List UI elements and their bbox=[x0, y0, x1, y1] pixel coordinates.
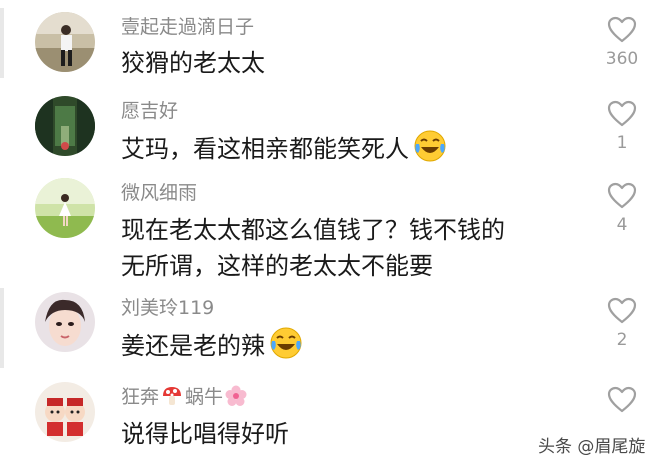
like-button[interactable]: 360 bbox=[598, 16, 646, 69]
divider bbox=[0, 8, 4, 78]
like-button[interactable]: 1 bbox=[598, 100, 646, 153]
comment-text-content: 艾玛，看这相亲都能笑死人 bbox=[121, 135, 409, 163]
username[interactable]: 愿吉好 bbox=[121, 98, 178, 124]
comment-text: 现在老太太都这么值钱了？钱不钱的 bbox=[121, 216, 505, 244]
username[interactable]: 狂奔 蜗牛 bbox=[121, 384, 249, 414]
username-part: 蜗牛 bbox=[185, 386, 224, 408]
tears-of-joy-emoji bbox=[269, 326, 303, 371]
like-button[interactable]: 2 bbox=[598, 297, 646, 350]
username[interactable]: 微风细雨 bbox=[121, 180, 197, 206]
like-count: 1 bbox=[616, 133, 628, 153]
comment-text: 说得比唱得好听 bbox=[121, 420, 289, 448]
heart-outline-icon bbox=[607, 182, 637, 209]
avatar[interactable] bbox=[35, 96, 95, 156]
username[interactable]: 壹起走過滴日子 bbox=[121, 14, 254, 40]
like-count: 2 bbox=[616, 330, 628, 350]
heart-outline-icon bbox=[607, 297, 637, 324]
like-button[interactable]: 4 bbox=[598, 182, 646, 235]
like-count: 4 bbox=[616, 215, 628, 235]
username[interactable]: 刘美玲119 bbox=[121, 295, 214, 321]
comment-text: 狡猾的老太太 bbox=[121, 49, 265, 77]
comment-text: 艾玛，看这相亲都能笑死人 bbox=[121, 129, 447, 174]
comment-text: 无所谓，这样的老太太不能要 bbox=[121, 252, 433, 280]
avatar[interactable] bbox=[35, 12, 95, 72]
mushroom-icon bbox=[161, 385, 183, 414]
like-button[interactable] bbox=[598, 386, 646, 419]
cherry-blossom-icon bbox=[225, 385, 247, 414]
avatar[interactable] bbox=[35, 178, 95, 238]
avatar[interactable] bbox=[35, 382, 95, 442]
divider bbox=[0, 288, 4, 368]
comment-text: 姜还是老的辣 bbox=[121, 326, 303, 371]
tears-of-joy-emoji bbox=[413, 129, 447, 174]
comment-text-content: 姜还是老的辣 bbox=[121, 332, 265, 360]
comment-list: 壹起走過滴日子 狡猾的老太太 360 愿吉好 艾玛，看这相亲都能笑死人 1 微风… bbox=[0, 0, 670, 466]
avatar[interactable] bbox=[35, 292, 95, 352]
heart-outline-icon bbox=[607, 100, 637, 127]
like-count: 360 bbox=[605, 49, 639, 69]
heart-outline-icon bbox=[607, 386, 637, 413]
heart-outline-icon bbox=[607, 16, 637, 43]
username-part: 狂奔 bbox=[121, 386, 160, 408]
watermark: 头条 @眉尾旋 bbox=[538, 437, 646, 457]
